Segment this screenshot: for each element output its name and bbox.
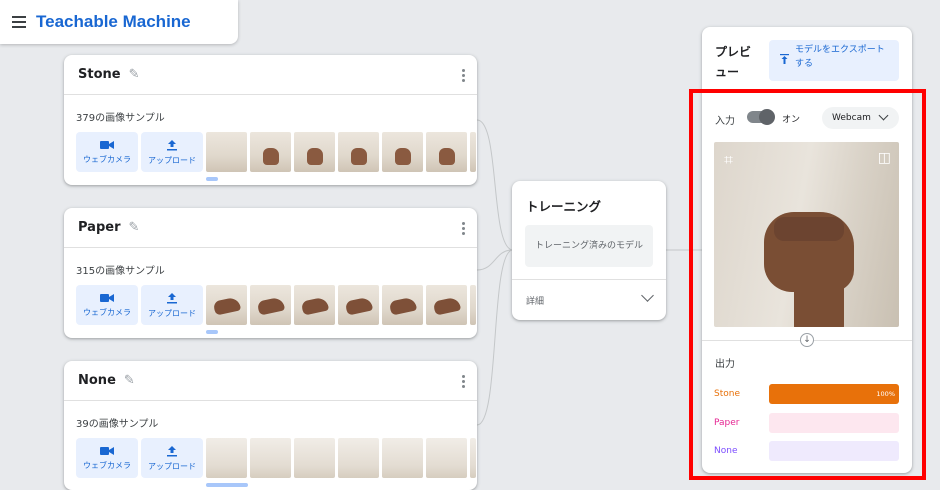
- sample-thumbnail[interactable]: [426, 285, 467, 325]
- output-row-stone: Stone 100%: [714, 384, 899, 404]
- input-source-select[interactable]: Webcam: [822, 107, 899, 129]
- sample-thumbnail[interactable]: [250, 438, 291, 478]
- sample-thumbnail[interactable]: [426, 132, 467, 172]
- toggle-label: オン: [782, 115, 801, 125]
- output-label: Stone: [714, 389, 740, 399]
- input-source-value: Webcam: [832, 113, 871, 123]
- preview-card: プレビュー モデルをエクスポートする 入力 オン Webcam ⌗ ◫ ↓ 出力…: [702, 27, 912, 473]
- output-label: Paper: [714, 418, 740, 428]
- sample-thumbnail[interactable]: [206, 132, 247, 172]
- thumbnail-scrollbar[interactable]: [206, 177, 218, 181]
- arrow-down-icon: ↓: [800, 333, 814, 347]
- more-vert-icon[interactable]: [462, 222, 465, 235]
- export-icon: [780, 54, 789, 64]
- webcam-button[interactable]: ウェブカメラ: [76, 285, 138, 325]
- sample-thumbnail[interactable]: [250, 285, 291, 325]
- flip-icon[interactable]: ◫: [878, 150, 891, 166]
- input-toggle[interactable]: [747, 109, 775, 125]
- videocam-icon: [100, 140, 114, 149]
- pencil-icon[interactable]: ✎: [124, 373, 135, 388]
- sample-thumbnail[interactable]: [338, 438, 379, 478]
- confidence-bar: [769, 413, 899, 433]
- class-header: Paper ✎: [64, 208, 477, 248]
- sample-thumbnail[interactable]: [338, 285, 379, 325]
- input-label: 入力: [715, 116, 735, 127]
- sample-count: 39の画像サンプル: [76, 419, 159, 430]
- sample-thumbnail[interactable]: [294, 132, 335, 172]
- videocam-icon: [100, 293, 114, 302]
- class-name[interactable]: Stone: [78, 67, 121, 82]
- preview-title: プレビュー: [715, 45, 752, 80]
- class-name[interactable]: None: [78, 373, 116, 388]
- export-model-button[interactable]: モデルをエクスポートする: [769, 40, 899, 81]
- upload-button-label: アップロード: [148, 155, 196, 165]
- sample-thumbnails: [206, 438, 476, 478]
- webcam-button-label: ウェブカメラ: [83, 154, 131, 164]
- webcam-button-label: ウェブカメラ: [83, 307, 131, 317]
- sample-thumbnails: [206, 285, 476, 325]
- output-row-paper: Paper: [714, 413, 899, 433]
- sample-thumbnail[interactable]: [206, 438, 247, 478]
- output-row-none: None: [714, 441, 899, 461]
- upload-icon: [167, 139, 177, 150]
- confidence-bar: [769, 441, 899, 461]
- chevron-down-icon[interactable]: [641, 289, 654, 302]
- sample-count: 379の画像サンプル: [76, 113, 165, 124]
- class-header: Stone ✎: [64, 55, 477, 95]
- class-header: None ✎: [64, 361, 477, 401]
- sample-thumbnail[interactable]: [294, 438, 335, 478]
- sample-thumbnail[interactable]: [382, 438, 423, 478]
- crop-icon[interactable]: ⌗: [724, 150, 733, 170]
- videocam-icon: [100, 446, 114, 455]
- webcam-knuckles: [774, 217, 844, 241]
- sample-thumbnails: [206, 132, 476, 172]
- advanced-label[interactable]: 詳細: [526, 294, 544, 307]
- thumbnail-scrollbar[interactable]: [206, 483, 248, 487]
- sample-thumbnail[interactable]: [382, 132, 423, 172]
- output-title: 出力: [715, 359, 735, 370]
- training-title: トレーニング: [526, 199, 602, 214]
- upload-button[interactable]: アップロード: [141, 285, 203, 325]
- sample-count: 315の画像サンプル: [76, 266, 165, 277]
- training-card: トレーニング トレーニング済みのモデル 詳細: [512, 181, 666, 320]
- sample-thumbnail[interactable]: [338, 132, 379, 172]
- toggle-knob: [759, 109, 775, 125]
- sample-thumbnail[interactable]: [470, 438, 476, 478]
- train-model-button[interactable]: トレーニング済みのモデル: [525, 225, 653, 267]
- upload-button-label: アップロード: [148, 461, 196, 471]
- confidence-percent: 100%: [876, 390, 895, 398]
- pencil-icon[interactable]: ✎: [129, 67, 140, 82]
- pencil-icon[interactable]: ✎: [129, 220, 140, 235]
- class-name[interactable]: Paper: [78, 220, 121, 235]
- upload-button[interactable]: アップロード: [141, 438, 203, 478]
- chevron-down-icon: [878, 110, 889, 121]
- upload-button[interactable]: アップロード: [141, 132, 203, 172]
- webcam-button-label: ウェブカメラ: [83, 460, 131, 470]
- sample-thumbnail[interactable]: [470, 285, 476, 325]
- sample-thumbnail[interactable]: [206, 285, 247, 325]
- confidence-bar: 100%: [769, 384, 899, 404]
- more-vert-icon[interactable]: [462, 375, 465, 388]
- class-card-paper: Paper ✎ 315の画像サンプル ウェブカメラ アップロード: [64, 208, 477, 338]
- sample-thumbnail[interactable]: [426, 438, 467, 478]
- sample-thumbnail[interactable]: [470, 132, 476, 172]
- upload-icon: [167, 292, 177, 303]
- class-card-none: None ✎ 39の画像サンプル ウェブカメラ アップロード: [64, 361, 477, 490]
- webcam-preview: ⌗ ◫: [714, 142, 899, 327]
- webcam-button[interactable]: ウェブカメラ: [76, 132, 138, 172]
- divider: [512, 279, 666, 280]
- upload-button-label: アップロード: [148, 308, 196, 318]
- more-vert-icon[interactable]: [462, 69, 465, 82]
- webcam-button[interactable]: ウェブカメラ: [76, 438, 138, 478]
- sample-thumbnail[interactable]: [294, 285, 335, 325]
- sample-thumbnail[interactable]: [250, 132, 291, 172]
- upload-icon: [167, 445, 177, 456]
- thumbnail-scrollbar[interactable]: [206, 330, 218, 334]
- output-label: None: [714, 446, 738, 456]
- class-card-stone: Stone ✎ 379の画像サンプル ウェブカメラ アップロード: [64, 55, 477, 185]
- sample-thumbnail[interactable]: [382, 285, 423, 325]
- export-button-label: モデルをエクスポートする: [795, 45, 885, 69]
